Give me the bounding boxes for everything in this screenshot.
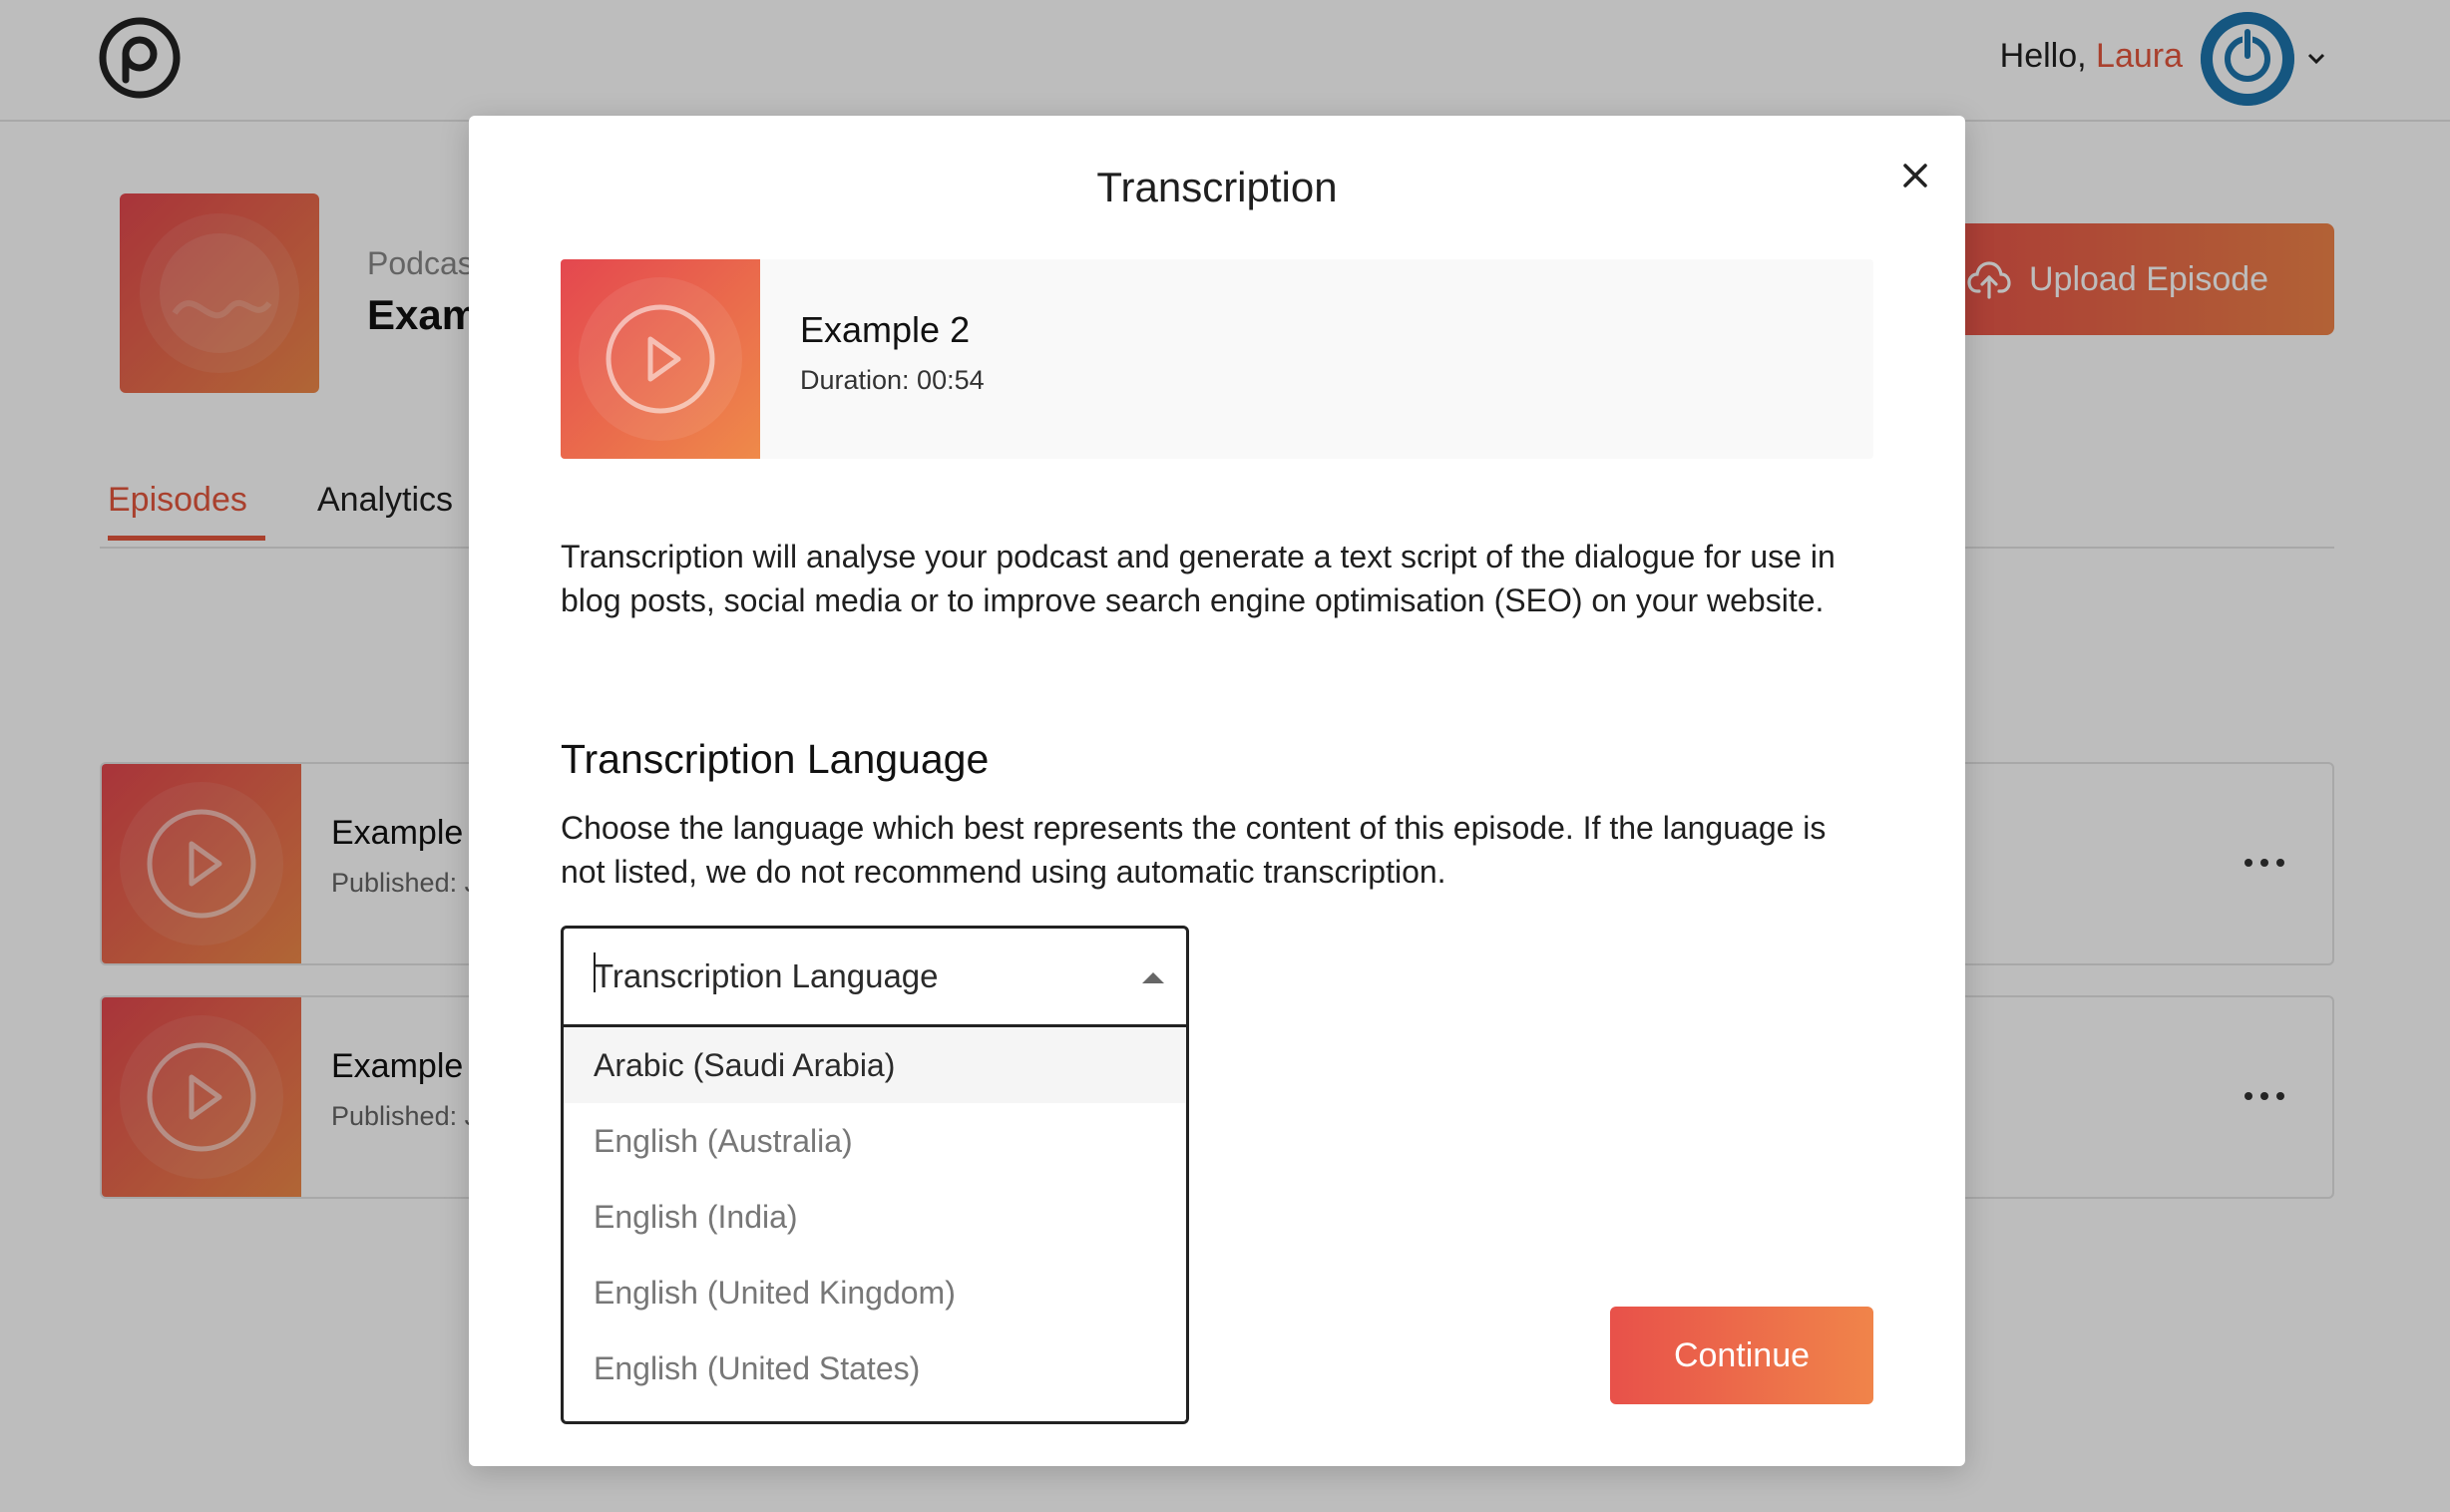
language-options-list: Arabic (Saudi Arabia) English (Australia… — [561, 1027, 1189, 1424]
language-section-title: Transcription Language — [561, 736, 990, 782]
language-option[interactable]: English (Australia) — [564, 1103, 1186, 1179]
close-icon[interactable] — [1895, 156, 1935, 195]
selected-episode-summary: Example 2 Duration: 00:54 — [561, 259, 1873, 459]
app-root: Hello, Laura Podcas Exam Upload Episode … — [0, 0, 2450, 1512]
modal-title: Transcription — [1096, 164, 1338, 210]
language-search-input[interactable] — [564, 929, 1186, 1024]
transcription-modal: Transcription Example 2 Duration: 00:54 … — [469, 116, 1965, 1466]
episode-play-thumbnail-icon — [561, 259, 760, 459]
continue-button[interactable]: Continue — [1610, 1307, 1873, 1404]
language-select[interactable] — [561, 926, 1189, 1027]
transcription-description: Transcription will analyse your podcast … — [561, 539, 1836, 618]
language-section-description: Choose the language which best represent… — [561, 810, 1827, 890]
caret-up-icon[interactable] — [1142, 972, 1164, 983]
text-cursor — [594, 952, 596, 992]
episode-title: Example 2 — [800, 309, 971, 350]
language-option[interactable]: English (India) — [564, 1179, 1186, 1255]
language-option[interactable]: English (United Kingdom) — [564, 1255, 1186, 1330]
language-option[interactable]: Arabic (Saudi Arabia) — [564, 1027, 1186, 1103]
episode-duration: Duration: 00:54 — [800, 365, 985, 395]
language-option[interactable]: English (United States) — [564, 1330, 1186, 1406]
